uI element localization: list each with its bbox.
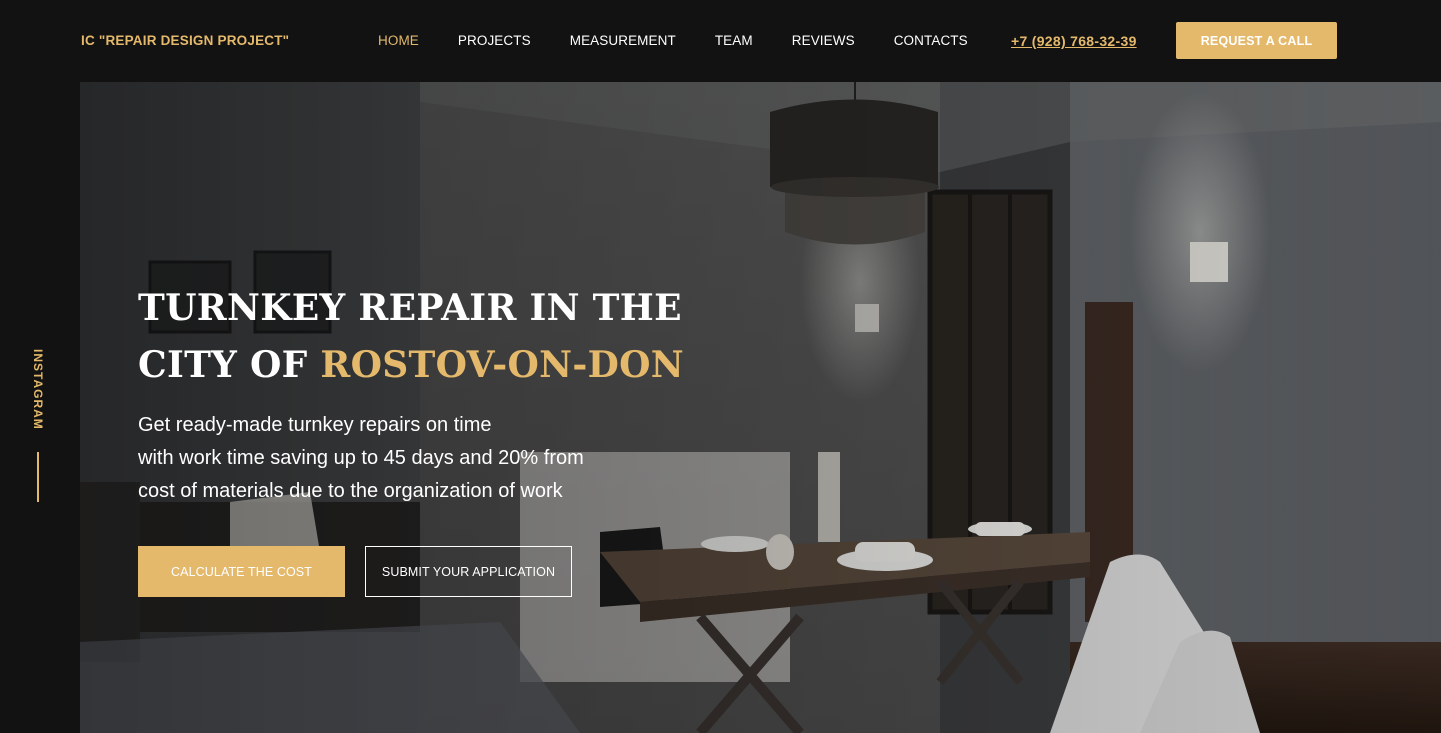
nav-item-reviews[interactable]: REVIEWS [792, 33, 855, 49]
nav-item-projects[interactable]: PROJECTS [458, 33, 531, 49]
site-logo[interactable]: IC "REPAIR DESIGN PROJECT" [81, 33, 289, 48]
hero-title-line-1: TURNKEY REPAIR IN THE [138, 287, 682, 329]
hero-description-line: with work time saving up to 45 days and … [138, 447, 584, 469]
site-header: IC "REPAIR DESIGN PROJECT" HOME PROJECTS… [0, 0, 1441, 82]
request-call-button[interactable]: REQUEST A CALL [1176, 22, 1337, 59]
phone-link[interactable]: +7 (928) 768-32-39 [1011, 33, 1137, 49]
hero-section: TURNKEY REPAIR IN THE CITY OF ROSTOV-ON-… [80, 82, 1441, 733]
hero-title-line-2-prefix: CITY OF [138, 344, 321, 386]
instagram-divider [37, 452, 39, 502]
hero-description-line: Get ready-made turnkey repairs on time [138, 414, 492, 436]
hero-title: TURNKEY REPAIR IN THE CITY OF ROSTOV-ON-… [138, 280, 778, 394]
main-nav: HOME PROJECTS MEASUREMENT TEAM REVIEWS C… [378, 33, 968, 49]
nav-item-team[interactable]: TEAM [715, 33, 753, 49]
nav-item-contacts[interactable]: CONTACTS [894, 33, 968, 49]
instagram-link[interactable]: INSTAGRAM [31, 349, 45, 430]
nav-item-measurement[interactable]: MEASUREMENT [570, 33, 676, 49]
hero-description-line: cost of materials due to the organizatio… [138, 480, 563, 502]
submit-application-button[interactable]: SUBMIT YOUR APPLICATION [365, 546, 572, 597]
hero-description: Get ready-made turnkey repairs on time w… [138, 409, 698, 508]
hero-overlay [80, 82, 1441, 733]
landing-page: IC "REPAIR DESIGN PROJECT" HOME PROJECTS… [0, 0, 1441, 733]
hero-title-city: ROSTOV-ON-DON [320, 344, 685, 386]
calculate-cost-button[interactable]: CALCULATE THE COST [138, 546, 345, 597]
nav-item-home[interactable]: HOME [378, 33, 419, 49]
